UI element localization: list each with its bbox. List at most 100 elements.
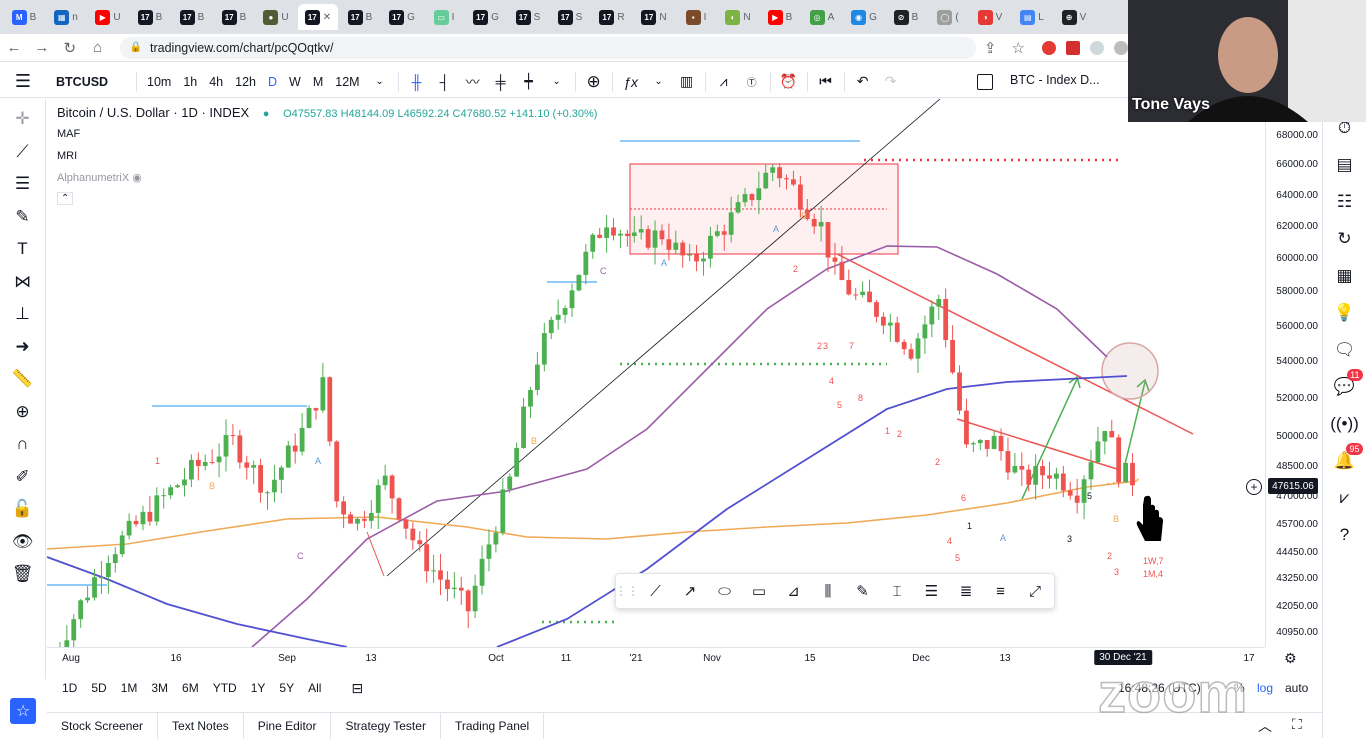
price-chart[interactable]: 1BCABCAAB22 3 74581 2264515B23A 31W,71M,4 <box>47 99 1265 647</box>
browser-tab[interactable]: ◯( <box>928 4 968 30</box>
financials-icon[interactable]: ▥ <box>673 73 701 90</box>
bottom-tab[interactable]: Text Notes <box>158 712 244 739</box>
bars-pattern-tool-icon[interactable]: ⫼ <box>817 580 839 602</box>
chevron-up-icon[interactable]: ︿ <box>1258 716 1272 736</box>
home-icon[interactable]: ⌂ <box>84 39 112 56</box>
browser-tab[interactable]: ◉ G <box>844 4 884 30</box>
arrow-right-icon[interactable]: ➜ <box>9 335 37 359</box>
browser-tab[interactable]: ▶ U <box>88 4 128 30</box>
eye-icon[interactable]: 👁 <box>9 530 37 554</box>
browser-tab[interactable]: MB <box>4 4 44 30</box>
bottom-tab[interactable]: Trading Panel <box>441 712 545 739</box>
opera-extension-icon[interactable] <box>1042 40 1057 55</box>
crosshair-icon[interactable]: ✛ <box>9 107 37 131</box>
text-icon[interactable]: T <box>9 237 37 261</box>
pattern-icon[interactable]: ⋈ <box>9 270 37 294</box>
brush-icon[interactable]: ✎ <box>9 205 37 229</box>
bottom-tab[interactable]: Stock Screener <box>47 712 159 739</box>
bars-icon[interactable]: ┤ <box>431 74 459 90</box>
hidden-eye-icon[interactable]: ◉ <box>132 172 142 184</box>
hollow-candles-icon[interactable]: ╪ <box>487 74 515 90</box>
bookmark-star-icon[interactable]: ☆ <box>1004 39 1032 57</box>
browser-tab[interactable]: ▭ I <box>424 4 464 30</box>
news-icon[interactable]: ☷ <box>1331 190 1359 214</box>
stay-drawing-icon[interactable]: ✐ <box>9 465 37 489</box>
callout-tool-icon[interactable]: ▭ <box>748 580 770 602</box>
favorite-star-icon[interactable]: ☆ <box>10 698 36 724</box>
range-1Y[interactable]: 1Y <box>251 681 266 695</box>
symbol-title[interactable]: Bitcoin / U.S. Dollar · 1D · INDEX <box>57 105 249 120</box>
reload-icon[interactable]: ↻ <box>56 39 84 57</box>
browser-tab[interactable]: ▪ I <box>676 4 716 30</box>
maximize-icon[interactable]: ⛶ <box>1292 716 1302 733</box>
range-YTD[interactable]: YTD <box>213 681 237 695</box>
zoom-icon[interactable]: ⊕ <box>9 400 37 424</box>
ellipse-tool-icon[interactable]: ⬭ <box>714 580 736 602</box>
details-icon[interactable]: ▤ <box>1331 153 1359 177</box>
timeframe-12M[interactable]: 12M <box>329 75 365 89</box>
extension-icon[interactable] <box>1090 40 1105 55</box>
replay-icon[interactable]: ⏮ <box>812 73 840 90</box>
browser-tab[interactable]: 17 B <box>214 4 254 30</box>
range-6M[interactable]: 6M <box>182 681 199 695</box>
browser-tab[interactable]: 17 G <box>466 4 506 30</box>
help-icon[interactable]: ? <box>1331 523 1359 547</box>
bottom-tab[interactable]: Strategy Tester <box>331 712 441 739</box>
browser-tab[interactable]: ● U <box>256 4 296 30</box>
messages-icon[interactable]: 💬 11 <box>1331 369 1363 399</box>
browser-tab[interactable]: 17 B <box>340 4 380 30</box>
layout-name[interactable]: BTC - Index D... <box>1010 73 1100 87</box>
price-axis[interactable]: 68000.00 66000.00 64000.00 62000.00 60000.00… <box>1265 99 1322 647</box>
browser-tab[interactable]: ⊕ V <box>1054 4 1094 30</box>
share-icon[interactable]: ⇪ <box>976 39 1004 57</box>
redo-icon[interactable]: ↷ <box>877 73 905 90</box>
measure-tool-icon[interactable]: ⤢ <box>1024 580 1046 602</box>
pdf-extension-icon[interactable] <box>1066 40 1081 55</box>
fib-channel-tool-icon[interactable]: ≣ <box>955 580 977 602</box>
chevron-down-icon[interactable]: ⌄ <box>645 76 673 87</box>
fib-icon[interactable]: ☰ <box>9 172 37 196</box>
order-panel-icon[interactable]: ⩗ <box>1331 486 1359 510</box>
back-icon[interactable]: ← <box>0 39 28 56</box>
log-toggle[interactable]: log <box>1257 681 1273 695</box>
browser-tab[interactable]: ▶ B <box>760 4 800 30</box>
alerts-clock-icon[interactable]: ↻ <box>1331 227 1359 251</box>
indicator-alphanumetrix[interactable]: AlphanumetriX ◉ <box>57 171 142 184</box>
lock-icon[interactable]: 🔓 <box>9 497 37 521</box>
collapse-chevron-icon[interactable]: ⌃ <box>57 192 74 205</box>
path-tool-icon[interactable]: ⊿ <box>783 580 805 602</box>
fib-retracement-tool-icon[interactable]: ≡ <box>990 580 1012 602</box>
ray-tool-icon[interactable]: ↗ <box>679 580 701 602</box>
chevron-down-icon[interactable]: ⌄ <box>366 76 394 87</box>
browser-tab[interactable]: 17 N <box>634 4 674 30</box>
trendline-icon[interactable]: ⟋ <box>9 140 37 164</box>
chats-icon[interactable]: 🗨 <box>1331 338 1359 362</box>
range-5Y[interactable]: 5Y <box>279 681 294 695</box>
auto-toggle[interactable]: auto <box>1285 681 1308 695</box>
streams-icon[interactable]: ((•)) <box>1330 412 1359 436</box>
bottom-tab[interactable]: Pine Editor <box>244 712 332 739</box>
symbol-search[interactable]: BTCUSD <box>46 75 132 89</box>
range-1M[interactable]: 1M <box>121 681 138 695</box>
browser-tab[interactable]: 17 S <box>550 4 590 30</box>
range-3M[interactable]: 3M <box>151 681 168 695</box>
trendline-tool-icon[interactable]: ⟋ <box>645 580 667 602</box>
ideas-bulb-icon[interactable]: 💡 <box>1331 301 1359 325</box>
indicator-maf[interactable]: MAF <box>57 128 80 140</box>
ruler-icon[interactable]: 📏 <box>9 367 37 391</box>
price-range-tool-icon[interactable]: ⌶ <box>886 580 908 602</box>
browser-tab[interactable]: 17 ✕ <box>298 4 338 30</box>
alert-icon[interactable]: ⏰ <box>775 73 803 90</box>
compare-plus-icon[interactable]: ⊕ <box>580 72 608 92</box>
timeframe-12h[interactable]: 12h <box>229 75 262 89</box>
browser-tab[interactable]: ◐ N <box>718 4 758 30</box>
menu-icon[interactable]: ☰ <box>0 71 46 92</box>
notifications-bell-icon[interactable]: 🔔 95 <box>1331 443 1363 473</box>
add-alert-plus-icon[interactable]: + <box>1246 479 1262 495</box>
line-chart-icon[interactable]: 〰 <box>459 72 487 92</box>
timeframe-W[interactable]: W <box>283 75 307 89</box>
chart-settings-gear-icon[interactable]: ⚙ <box>1284 650 1297 667</box>
range-1D[interactable]: 1D <box>62 681 77 695</box>
range-All[interactable]: All <box>308 681 321 695</box>
heikin-ashi-icon[interactable]: ┿ <box>515 73 543 90</box>
